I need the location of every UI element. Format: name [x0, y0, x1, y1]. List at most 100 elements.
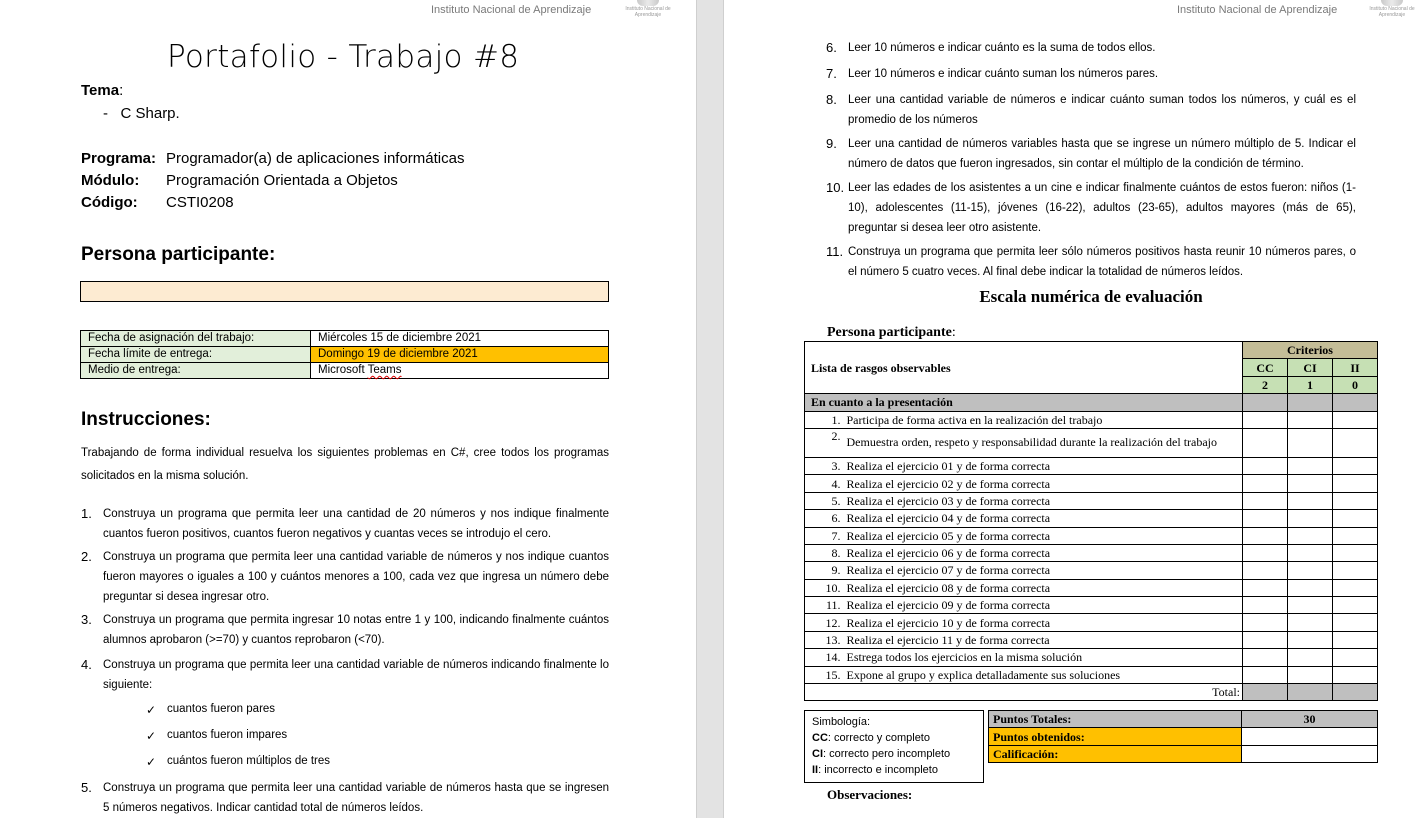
calificacion-label: Calificación:: [988, 744, 1242, 764]
row-text: Realiza el ejercicio 05 y de forma corre…: [846, 526, 1243, 545]
row-text: Realiza el ejercicio 09 y de forma corre…: [846, 596, 1243, 615]
list-item: 1. Construya un programa que permita lee…: [81, 506, 609, 540]
score-cell[interactable]: [1242, 648, 1288, 667]
criterio-score: 2: [1242, 375, 1288, 395]
score-cell[interactable]: [1242, 630, 1288, 650]
score-cell[interactable]: [1287, 543, 1333, 563]
list-item: 9. Leer una cantidad de números variable…: [826, 136, 1356, 170]
table-row: 15. Expone al grupo y explica detalladame…: [804, 665, 1378, 685]
modulo-label: Módulo:: [81, 172, 140, 189]
score-cell[interactable]: [1287, 427, 1333, 458]
summary-table: Puntos Totales: 30 Puntos obtenidos: Cal…: [988, 709, 1378, 764]
score-cell[interactable]: [1332, 561, 1378, 580]
score-cell[interactable]: [1242, 509, 1288, 528]
section-header: En cuanto a la presentación: [804, 393, 1243, 412]
score-cell[interactable]: [1287, 456, 1333, 476]
tema-item: - C Sharp.: [103, 105, 180, 122]
spellcheck-word: Teams: [367, 364, 402, 376]
row-text: Realiza el ejercicio 01 y de forma corre…: [846, 456, 1243, 476]
score-cell[interactable]: [1332, 509, 1378, 528]
row-number: 11.: [804, 596, 847, 615]
score-cell[interactable]: [1242, 665, 1288, 685]
persona-input[interactable]: [80, 281, 609, 302]
score-cell[interactable]: [1287, 561, 1333, 580]
score-cell[interactable]: [1332, 491, 1378, 511]
score-cell[interactable]: [1287, 526, 1333, 545]
score-cell[interactable]: [1242, 410, 1288, 429]
score-cell[interactable]: [1332, 596, 1378, 615]
score-cell[interactable]: [1332, 410, 1378, 429]
score-cell[interactable]: [1242, 613, 1288, 632]
score-cell[interactable]: [1287, 491, 1333, 511]
score-cell[interactable]: [1287, 665, 1333, 685]
table-row: Calificación:: [988, 744, 1378, 764]
row-text: Realiza el ejercicio 11 y de forma corre…: [846, 630, 1243, 650]
score-cell[interactable]: [1287, 474, 1333, 493]
score-cell[interactable]: [1332, 648, 1378, 667]
rasgos-header: Lista de rasgos observables: [804, 340, 1243, 395]
puntos-obtenidos-input[interactable]: [1241, 727, 1378, 746]
ina-logo: Instituto Nacional de Aprendizaje: [1364, 0, 1420, 20]
score-cell[interactable]: [1242, 561, 1288, 580]
list-item: 10. Leer las edades de los asistentes a …: [826, 180, 1356, 234]
row-text: Demuestra orden, respeto y responsabilid…: [846, 427, 1243, 458]
check-item: ✓ cuantos fueron pares: [146, 703, 276, 717]
modulo-value: Programación Orientada a Objetos: [166, 172, 398, 189]
score-cell[interactable]: [1287, 596, 1333, 615]
document-page-left: Instituto Nacional de Aprendizaje Instit…: [0, 0, 696, 818]
simbologia-line: CC: correcto y completo: [812, 732, 930, 744]
criterio-score: 0: [1332, 375, 1378, 395]
simbologia-box: Simbología: CC: correcto y completo CI: …: [804, 710, 984, 783]
calificacion-input[interactable]: [1241, 744, 1378, 764]
score-cell[interactable]: [1242, 491, 1288, 511]
table-row: 12. Realiza el ejercicio 10 y de forma co…: [804, 613, 1378, 632]
criterio-code: CI: [1287, 358, 1333, 377]
score-cell[interactable]: [1332, 613, 1378, 632]
score-cell[interactable]: [1242, 596, 1288, 615]
score-cell[interactable]: [1242, 526, 1288, 545]
score-cell[interactable]: [1287, 648, 1333, 667]
document-page-right: Instituto Nacional de Aprendizaje Instit…: [724, 0, 1423, 818]
score-cell[interactable]: [1332, 630, 1378, 650]
check-item: ✓ cuantos fueron impares: [146, 729, 288, 743]
row-number: 15.: [804, 665, 847, 685]
checkmark-icon: ✓: [146, 729, 157, 743]
score-cell[interactable]: [1332, 543, 1378, 563]
score-cell[interactable]: [1332, 474, 1378, 493]
row-number: 3.: [804, 456, 847, 476]
row-number: 8.: [804, 543, 847, 563]
score-cell[interactable]: [1242, 456, 1288, 476]
list-item: 3. Construya un programa que permita ing…: [81, 612, 609, 646]
score-cell[interactable]: [1332, 427, 1378, 458]
score-cell[interactable]: [1332, 665, 1378, 685]
table-row: Total:: [804, 683, 1378, 702]
score-cell[interactable]: [1287, 578, 1333, 598]
score-cell[interactable]: [1242, 578, 1288, 598]
table-row: 13. Realiza el ejercicio 11 y de forma co…: [804, 630, 1378, 650]
score-cell[interactable]: [1242, 543, 1288, 563]
criterio-code: II: [1332, 358, 1378, 377]
puntos-totales-label: Puntos Totales:: [988, 709, 1242, 729]
score-cell[interactable]: [1287, 509, 1333, 528]
score-cell[interactable]: [1242, 474, 1288, 493]
table-row: 3. Realiza el ejercicio 01 y de forma cor…: [804, 456, 1378, 476]
tema-label: Tema:: [81, 82, 124, 99]
date-value: Microsoft Teams: [310, 362, 609, 379]
table-row: Fecha límite de entrega: Domingo 19 de d…: [80, 346, 609, 363]
row-number: 7.: [804, 526, 847, 545]
row-number: 14.: [804, 648, 847, 667]
criterios-header: Criterios: [1242, 340, 1378, 360]
score-cell[interactable]: [1287, 410, 1333, 429]
score-cell[interactable]: [1287, 613, 1333, 632]
simbologia-line: II: incorrecto e incompleto: [812, 764, 938, 776]
score-cell[interactable]: [1332, 456, 1378, 476]
score-cell[interactable]: [1242, 427, 1288, 458]
list-item: 8. Leer una cantidad variable de números…: [826, 92, 1356, 126]
score-cell[interactable]: [1332, 526, 1378, 545]
check-item: ✓ cuántos fueron múltiplos de tres: [146, 755, 331, 769]
score-cell[interactable]: [1287, 630, 1333, 650]
row-number: 9.: [804, 561, 847, 580]
list-item: 4. Construya un programa que permita lee…: [81, 657, 609, 691]
instructions-intro: Trabajando de forma individual resuelva …: [81, 447, 609, 482]
score-cell[interactable]: [1332, 578, 1378, 598]
